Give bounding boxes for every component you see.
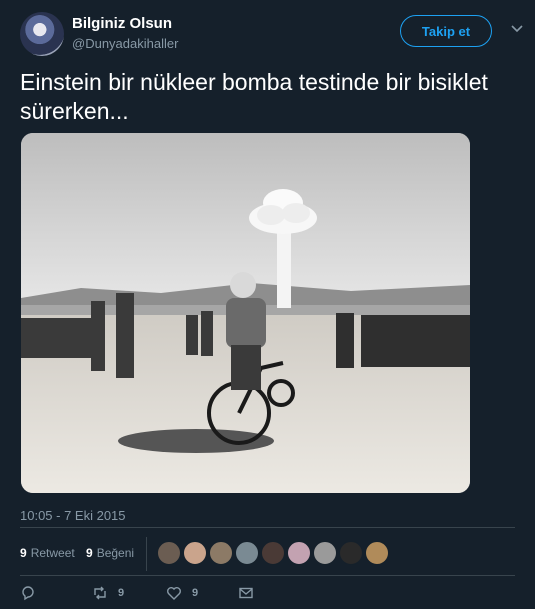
retweet-button[interactable]: 9 [92,585,124,601]
divider-top [20,527,515,528]
like-count: 9 [192,587,199,599]
message-button[interactable] [238,585,254,601]
like-stat-count: 9 [86,546,93,560]
like-button[interactable]: 9 [166,585,198,601]
like-stat[interactable]: 9 Beğeni [86,546,134,560]
liker-avatar-3[interactable] [209,541,233,565]
heart-icon [167,587,181,600]
liker-avatar-4[interactable] [235,541,259,565]
like-stat-label: Beğeni [96,546,135,560]
stats-separator [146,537,147,571]
reply-icon [22,586,34,601]
photo-einstein-bicycle [21,133,470,493]
divider-bottom [20,575,515,576]
follow-button[interactable]: Takip et [400,15,492,47]
retweet-stat[interactable]: 9 Retweet [20,546,75,560]
liker-avatar-9[interactable] [365,541,389,565]
liker-avatar-1[interactable] [157,541,181,565]
message-icon [239,587,253,599]
user-name[interactable]: Bilginiz Olsun [72,15,172,32]
liker-avatar-6[interactable] [287,541,311,565]
liker-avatar-5[interactable] [261,541,285,565]
tweet-header: Bilginiz Olsun @Dunyadakihaller Takip et [20,12,523,56]
retweet-stat-label: Retweet [30,546,75,560]
liker-avatar-8[interactable] [339,541,363,565]
avatar[interactable] [20,12,64,56]
tweet-timestamp[interactable]: 10:05 - 7 Eki 2015 [20,508,126,523]
retweet-icon [94,586,106,600]
liker-avatar-7[interactable] [313,541,337,565]
reply-button[interactable] [20,585,36,601]
retweet-stat-count: 9 [20,546,27,560]
user-handle[interactable]: @Dunyadakihaller [72,36,178,51]
tweet-photo[interactable] [21,133,470,493]
chevron-down-icon[interactable] [510,22,524,36]
tweet-actions: 9 9 [20,585,515,605]
tweet-stats: 9 Retweet 9 Beğeni [20,537,515,571]
tweet-text: Einstein bir nükleer bomba testinde bir … [20,69,488,124]
retweet-count: 9 [118,587,125,599]
liker-avatar-2[interactable] [183,541,207,565]
